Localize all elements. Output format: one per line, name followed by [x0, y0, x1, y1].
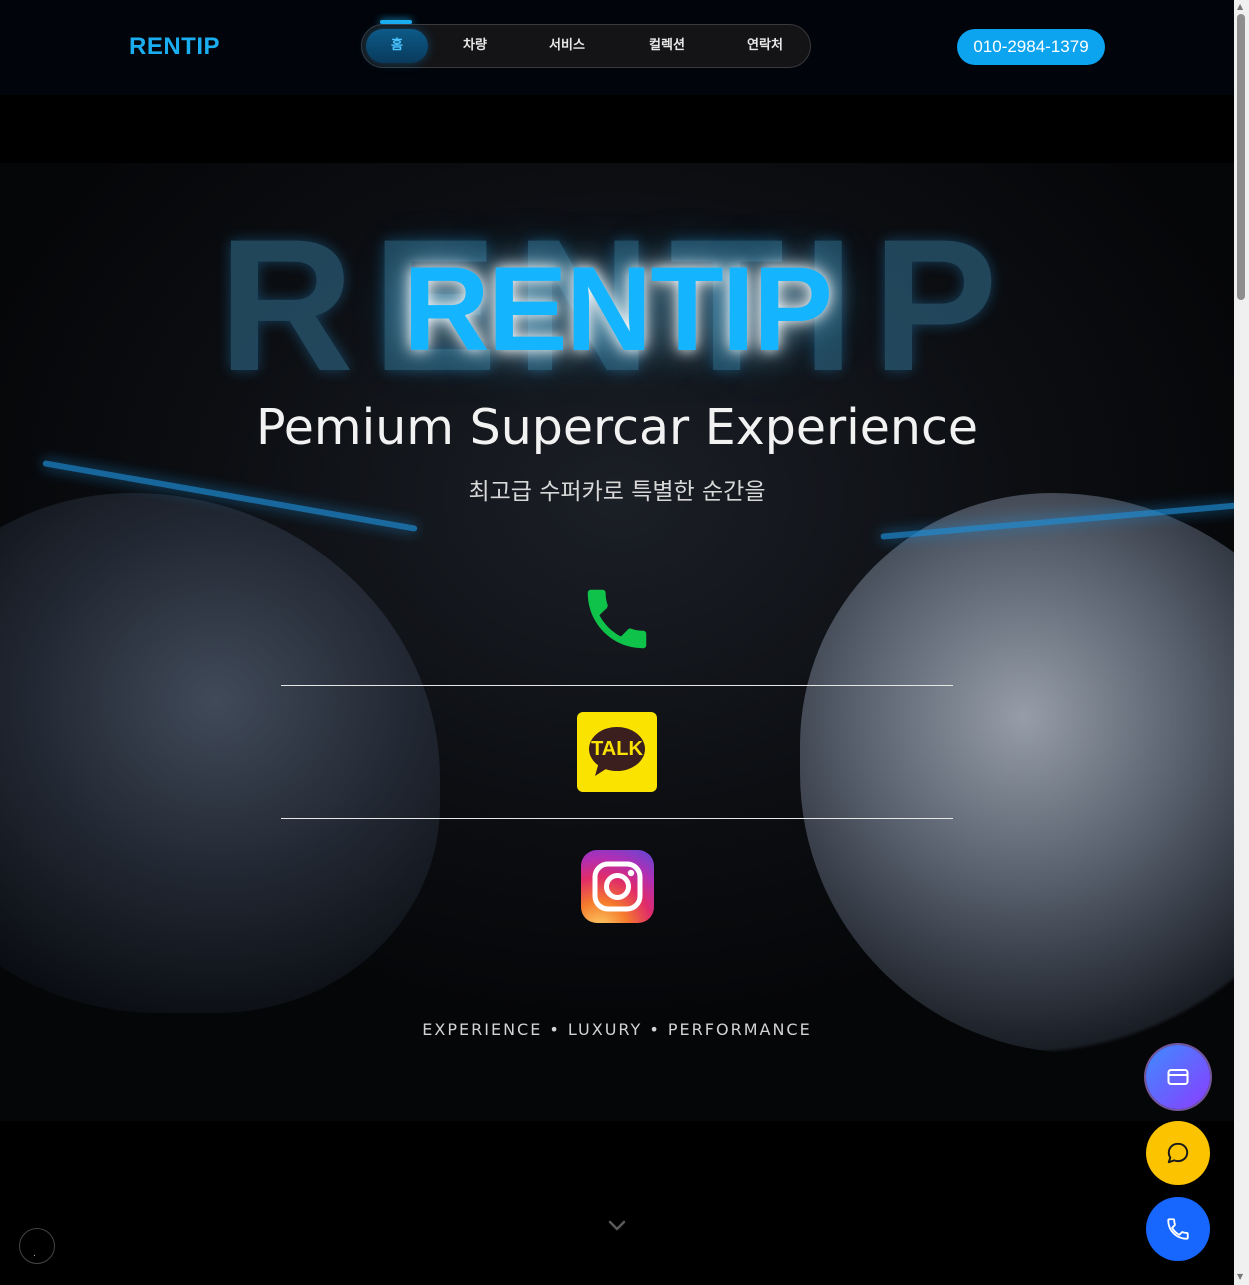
- car-left-image: [0, 493, 440, 1013]
- scroll-down-chevron-icon[interactable]: [608, 1220, 626, 1232]
- main-nav: 홈 차량 서비스 컬렉션 연락처: [361, 24, 811, 68]
- scroll-up-arrow-icon[interactable]: ▲: [1237, 2, 1243, 11]
- bottom-left-circle-button[interactable]: .: [19, 1228, 55, 1264]
- instagram-contact-link[interactable]: [581, 850, 654, 923]
- hero-section: RENTIP RENTIP Pemium Supercar Experience…: [0, 163, 1234, 1121]
- site-header: RENTIP 홈 차량 서비스 컬렉션 연락처 010-2984-1379: [0, 0, 1234, 95]
- car-right-image: [800, 493, 1234, 1053]
- nav-item-services[interactable]: 서비스: [532, 25, 602, 67]
- kakaotalk-icon: TALK: [577, 712, 657, 792]
- payment-fab-button[interactable]: [1146, 1045, 1210, 1109]
- phone-icon: [1167, 1218, 1189, 1240]
- nav-item-contact[interactable]: 연락처: [729, 25, 801, 67]
- scrollbar-thumb[interactable]: [1237, 14, 1245, 300]
- scroll-down-arrow-icon[interactable]: ▼: [1237, 1272, 1243, 1281]
- chat-fab-button[interactable]: [1146, 1121, 1210, 1185]
- contact-divider: [281, 818, 953, 819]
- kakaotalk-contact-link[interactable]: TALK: [577, 712, 657, 792]
- chat-icon: [1167, 1142, 1189, 1164]
- hero-footer-tagline: EXPERIENCE • LUXURY • PERFORMANCE: [422, 1020, 812, 1039]
- hero-tagline: Pemium Supercar Experience: [255, 399, 979, 456]
- nav-item-collection[interactable]: 컬렉션: [630, 25, 704, 67]
- site-logo[interactable]: RENTIP: [129, 33, 220, 61]
- kakaotalk-label: TALK: [591, 738, 643, 760]
- card-icon: [1167, 1069, 1189, 1085]
- instagram-icon: [581, 850, 654, 923]
- phone-contact-link[interactable]: [578, 580, 656, 662]
- mini-button-dot: .: [33, 1249, 36, 1259]
- phone-number-button[interactable]: 010-2984-1379: [957, 29, 1105, 65]
- call-fab-button[interactable]: [1146, 1197, 1210, 1261]
- phone-icon: [587, 589, 647, 649]
- hero-brand-title: RENTIP: [402, 242, 833, 376]
- nav-item-home[interactable]: 홈: [366, 29, 428, 63]
- nav-item-vehicles[interactable]: 차량: [444, 25, 506, 67]
- hero-tagline-korean: 최고급 수퍼카로 특별한 순간을: [468, 479, 766, 505]
- contact-divider: [281, 685, 953, 686]
